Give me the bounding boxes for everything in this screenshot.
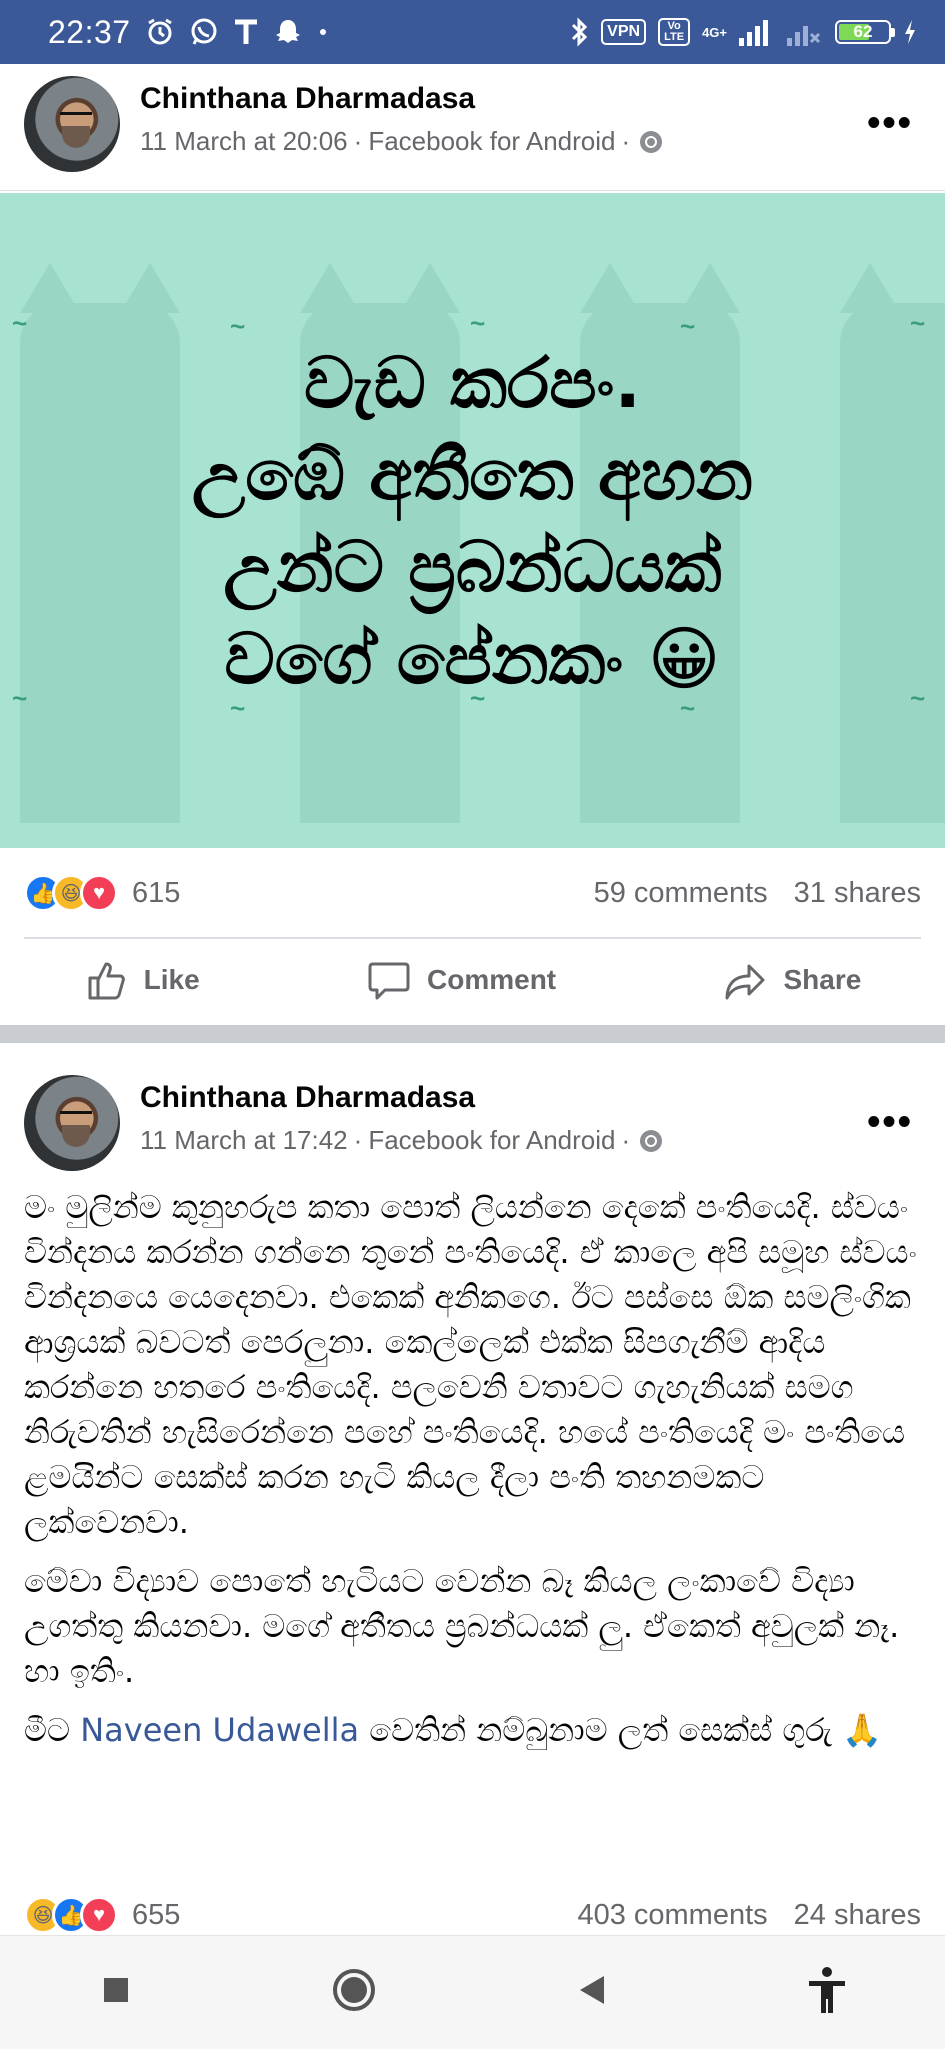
share-count[interactable]: 31 shares — [794, 877, 921, 910]
paragraph-text: වෙතින් නම්බුනාම ලත් සෙක්ස් ගුරු 🙏 — [359, 1711, 882, 1749]
whatsapp-icon — [189, 17, 219, 47]
reaction-icons[interactable]: 👍 😆 ♥ — [24, 874, 118, 912]
meta-separator: · — [621, 1125, 631, 1155]
post-meta: 11 March at 17:42 · Facebook for Android… — [140, 1125, 663, 1156]
comment-count[interactable]: 403 comments — [577, 1899, 767, 1932]
alarm-icon — [145, 17, 175, 47]
recents-button[interactable] — [96, 1970, 136, 2015]
author-name[interactable]: Chinthana Dharmadasa — [140, 1081, 475, 1115]
post-paragraph: මීට Naveen Udawella වෙතින් නම්බුනාම ලත් … — [24, 1708, 924, 1753]
like-button[interactable]: Like — [84, 958, 200, 1002]
post-image[interactable]: ~ ~ ~ ~ ~ ~ ~ ~ ~ ~ වැඩ කරපං. උඹේ අතීතෙ … — [0, 193, 945, 848]
post-actions: Like Comment Share — [0, 935, 945, 1025]
status-time: 22:37 — [48, 13, 131, 50]
dot-icon — [317, 26, 329, 38]
accessibility-icon — [808, 1967, 845, 2013]
charging-icon — [903, 18, 917, 46]
circle-icon — [333, 1969, 376, 2011]
image-line: උන්ට ප්‍රබන්ධයක් — [223, 525, 722, 608]
divider — [0, 190, 945, 191]
accessibility-button[interactable] — [805, 1965, 849, 2020]
paragraph-text: මීට — [24, 1711, 81, 1749]
status-bar: 22:37 VPN Vo LTE 4G+ 62 — [0, 0, 945, 64]
battery-level: 62 — [853, 22, 873, 41]
comment-count[interactable]: 59 comments — [594, 877, 768, 910]
comment-button[interactable]: Comment — [367, 958, 556, 1002]
post-separator — [0, 1025, 945, 1043]
post-text: මං මුලින්ම කුනුහරුප කතා පොත් ලියන්නෙ දෙක… — [24, 1185, 924, 1767]
navigation-bar — [0, 1935, 945, 2049]
comment-label: Comment — [427, 964, 557, 995]
network-type: 4G+ — [702, 24, 727, 40]
battery-icon: 62 — [835, 20, 895, 44]
post-timestamp[interactable]: 11 March at 20:06 — [140, 126, 348, 157]
like-label: Like — [143, 964, 200, 995]
snapchat-icon — [273, 17, 303, 47]
image-line: උඹේ අතීතෙ අහන — [191, 433, 754, 516]
share-icon — [725, 964, 765, 1000]
avatar[interactable] — [24, 1075, 120, 1171]
post-paragraph: මේවා විද්‍යාව පොතේ හැටියට වෙන්න බෑ කියල … — [24, 1562, 900, 1690]
globe-icon — [640, 130, 663, 153]
meta-separator: · — [353, 126, 363, 156]
love-reaction-icon: ♥ — [80, 874, 118, 912]
post-paragraph: මං මුලින්ම කුනුහරුප කතා පොත් ලියන්නෙ දෙක… — [24, 1188, 917, 1541]
back-button[interactable] — [572, 1970, 612, 2015]
volte-badge: Vo LTE — [658, 18, 691, 46]
globe-icon — [640, 1129, 663, 1152]
image-caption: වැඩ කරපං. උඹේ අතීතෙ අහන උන්ට ප්‍රබන්ධයක්… — [0, 193, 945, 848]
more-options-icon[interactable]: ••• — [867, 102, 913, 145]
post-header: Chinthana Dharmadasa 11 March at 20:06 ·… — [0, 64, 945, 194]
comment-icon — [368, 962, 410, 1000]
share-label: Share — [783, 964, 862, 995]
post-timestamp[interactable]: 11 March at 17:42 — [140, 1125, 348, 1156]
home-button[interactable] — [329, 1965, 379, 2020]
bluetooth-icon — [569, 17, 589, 47]
avatar[interactable] — [24, 76, 120, 172]
post-header: Chinthana Dharmadasa 11 March at 17:42 ·… — [0, 1063, 945, 1193]
share-count[interactable]: 24 shares — [794, 1899, 921, 1932]
image-line: වගේ පේනකං 😀 — [224, 617, 721, 700]
reaction-icons[interactable]: 😆 👍 ♥ — [24, 1896, 118, 1934]
like-icon — [88, 962, 125, 1000]
post-source: Facebook for Android — [368, 126, 616, 156]
share-button[interactable]: Share — [723, 958, 861, 1002]
reactions-summary: 👍 😆 ♥ 615 59 comments 31 shares — [24, 858, 921, 928]
square-icon — [104, 1978, 129, 2002]
signal-icon — [739, 18, 775, 46]
triangle-back-icon — [579, 1976, 604, 2004]
post-meta: 11 March at 20:06 · Facebook for Android… — [140, 126, 663, 157]
love-reaction-icon: ♥ — [80, 1896, 118, 1934]
t-icon — [233, 17, 259, 47]
signal-weak-icon — [787, 18, 823, 46]
vpn-badge: VPN — [601, 19, 647, 45]
image-line: වැඩ කරපං. — [304, 341, 641, 424]
author-name[interactable]: Chinthana Dharmadasa — [140, 82, 475, 116]
reaction-count[interactable]: 655 — [132, 1899, 180, 1932]
meta-separator: · — [621, 126, 631, 156]
reaction-count[interactable]: 615 — [132, 877, 180, 910]
meta-separator: · — [353, 1125, 363, 1155]
post-source: Facebook for Android — [368, 1125, 616, 1155]
mention-link[interactable]: Naveen Udawella — [80, 1711, 359, 1749]
more-options-icon[interactable]: ••• — [867, 1101, 913, 1144]
